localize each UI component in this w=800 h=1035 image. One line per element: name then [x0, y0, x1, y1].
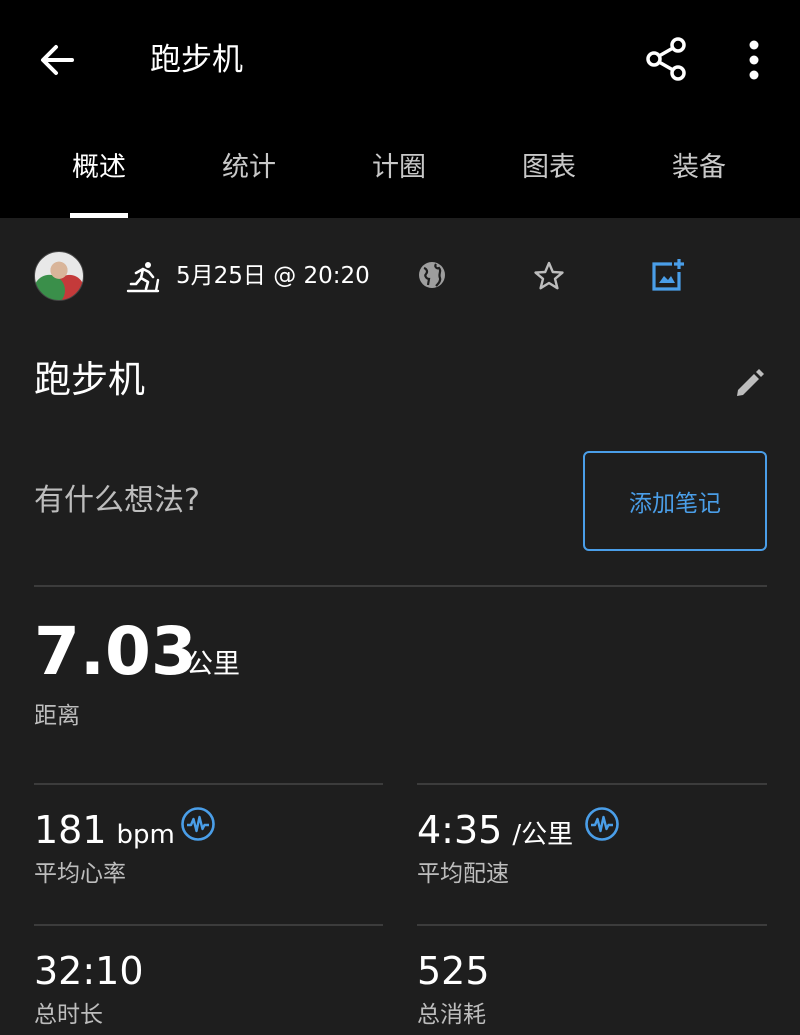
back-arrow-icon[interactable]: [36, 38, 80, 82]
activity-date: 5月25日 @ 20:20: [176, 263, 370, 289]
stat-unit: bpm: [116, 820, 175, 850]
treadmill-run-icon: [126, 262, 160, 293]
add-note-button[interactable]: 添加笔记: [583, 451, 767, 551]
distance-value: 7.03: [34, 613, 197, 690]
divider: [417, 924, 767, 926]
tab-overview[interactable]: 概述: [24, 150, 174, 186]
stat-value: 4:35: [417, 808, 503, 852]
divider: [417, 783, 767, 785]
stat-label: 总时长: [34, 1002, 103, 1028]
tab-bar: 概述 统计 计圈 图表 装备: [0, 140, 800, 218]
app-header: 跑步机 概述 统计 计圈 图表 装备: [0, 0, 800, 218]
add-photo-icon[interactable]: [650, 257, 686, 293]
divider: [34, 585, 767, 587]
stat-value: 525: [417, 949, 490, 993]
thoughts-placeholder[interactable]: 有什么想法?: [34, 480, 200, 522]
edit-pencil-icon[interactable]: [732, 366, 766, 400]
page-title: 跑步机: [150, 42, 243, 78]
heart-rate-wave-icon[interactable]: [584, 806, 620, 842]
avatar[interactable]: [34, 251, 84, 301]
tab-gear[interactable]: 装备: [624, 150, 774, 186]
divider: [34, 783, 383, 785]
activity-meta-row: 5月25日 @ 20:20: [0, 246, 800, 310]
activity-title: 跑步机: [34, 358, 145, 401]
stat-label: 平均配速: [417, 861, 509, 887]
share-icon[interactable]: [644, 36, 690, 82]
more-vert-icon[interactable]: [740, 38, 768, 82]
stat-unit: /公里: [512, 820, 574, 850]
tab-charts[interactable]: 图表: [474, 150, 624, 186]
tab-laps[interactable]: 计圈: [324, 150, 474, 186]
distance-label: 距离: [34, 703, 80, 729]
stat-total-calories: 525: [417, 947, 490, 995]
stat-avg-heart-rate: 181 bpm: [34, 806, 175, 859]
stat-value: 32:10: [34, 949, 144, 993]
stat-avg-pace: 4:35/公里: [417, 806, 573, 859]
star-icon[interactable]: [532, 259, 566, 293]
active-tab-indicator: [70, 213, 128, 218]
stat-total-time: 32:10: [34, 947, 144, 995]
distance-unit: 公里: [186, 649, 240, 680]
stat-label: 总消耗: [417, 1002, 486, 1028]
stat-label: 平均心率: [34, 861, 126, 887]
divider: [34, 924, 383, 926]
tab-stats[interactable]: 统计: [174, 150, 324, 186]
stat-value: 181: [34, 808, 107, 852]
globe-icon[interactable]: [416, 259, 448, 291]
heart-rate-wave-icon[interactable]: [180, 806, 216, 842]
